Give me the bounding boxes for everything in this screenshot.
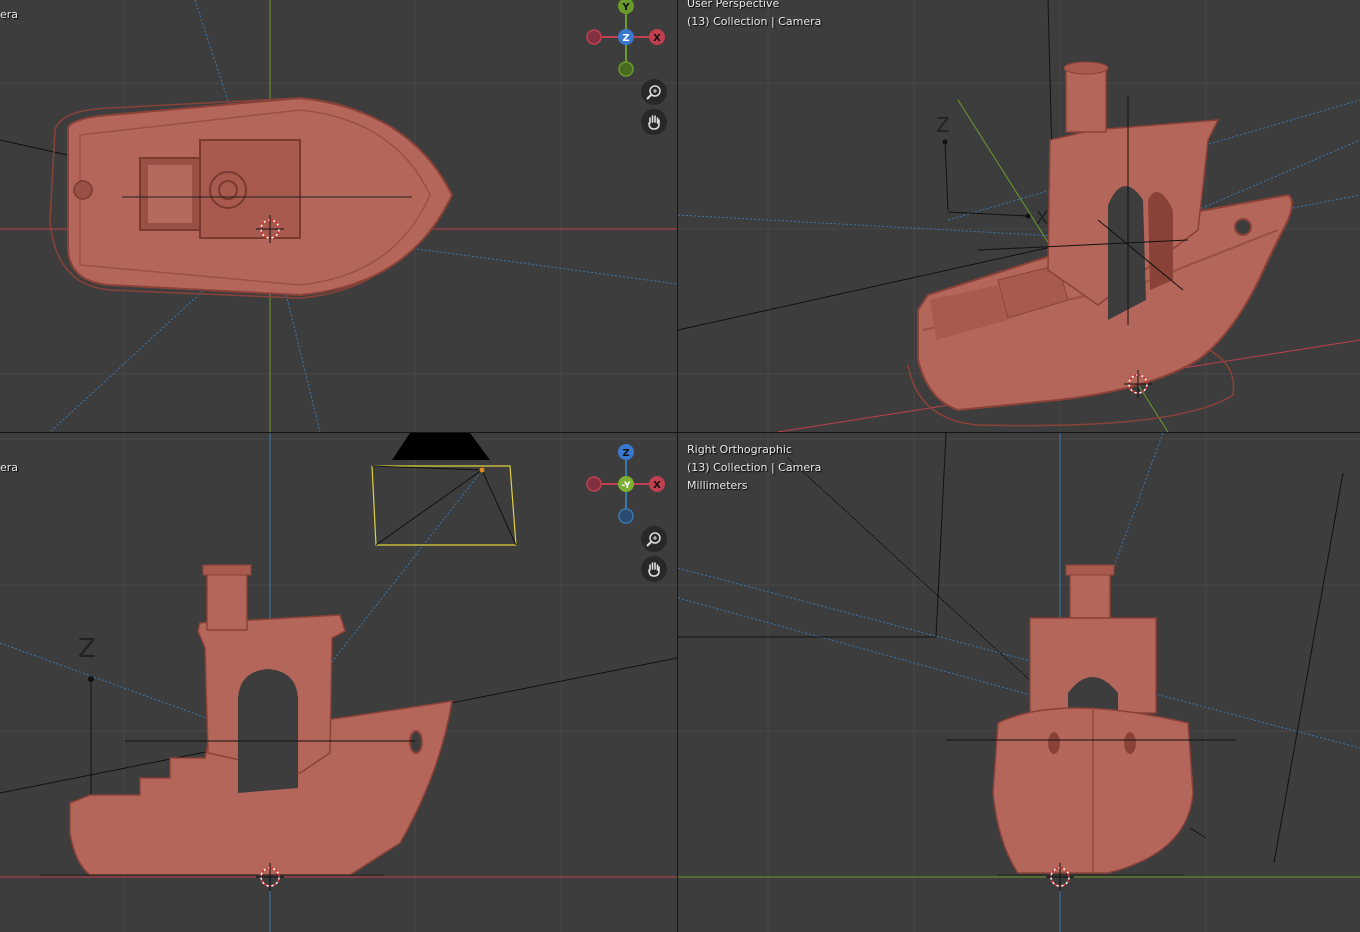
perspective-view-scene: Z X	[678, 0, 1360, 432]
viewport-label: era	[0, 461, 19, 474]
blender-quad-view: era Y X Z Z X User Perspective (13) Coll…	[0, 0, 1360, 932]
viewport-divider-vertical[interactable]	[677, 0, 678, 932]
pan-hand-icon[interactable]	[641, 556, 667, 582]
viewport-info: User Perspective (13) Collection | Camer…	[687, 0, 821, 31]
view-name: User Perspective	[687, 0, 780, 10]
viewport-top[interactable]: era Y X Z	[0, 0, 677, 432]
svg-text:Z: Z	[936, 113, 950, 137]
viewport-front[interactable]: Z era Z X -Y	[0, 433, 677, 932]
front-view-scene: Z	[0, 433, 677, 932]
navigation-gizmo[interactable]: Z X -Y	[584, 442, 668, 526]
units-label: Millimeters	[687, 479, 748, 492]
navigation-gizmo[interactable]: Y X Z	[584, 0, 668, 80]
right-view-scene	[678, 433, 1360, 932]
svg-text:Z: Z	[622, 448, 629, 459]
viewport-perspective[interactable]: Z X User Perspective (13) Collection | C…	[678, 0, 1360, 432]
zoom-magnifier-icon[interactable]	[641, 79, 667, 105]
svg-text:X: X	[653, 33, 661, 44]
svg-text:X: X	[1036, 208, 1048, 229]
top-view-scene	[0, 0, 677, 432]
viewport-info: Right Orthographic (13) Collection | Cam…	[687, 441, 821, 495]
object-axes	[942, 139, 1031, 219]
pan-hand-icon[interactable]	[641, 109, 667, 135]
collection-info: (13) Collection | Camera	[687, 15, 822, 28]
viewport-divider-horizontal[interactable]	[0, 432, 1360, 433]
viewport-label: era	[0, 8, 19, 21]
view-name: Right Orthographic	[687, 443, 792, 456]
collection-info: (13) Collection | Camera	[687, 461, 822, 474]
svg-text:Y: Y	[621, 2, 630, 13]
camera-object	[371, 433, 517, 546]
svg-text:-Y: -Y	[622, 481, 631, 491]
viewport-right[interactable]: Right Orthographic (13) Collection | Cam…	[678, 433, 1360, 932]
svg-text:Z: Z	[78, 634, 96, 664]
svg-text:Z: Z	[622, 33, 629, 44]
zoom-magnifier-icon[interactable]	[641, 526, 667, 552]
svg-text:X: X	[653, 480, 661, 491]
